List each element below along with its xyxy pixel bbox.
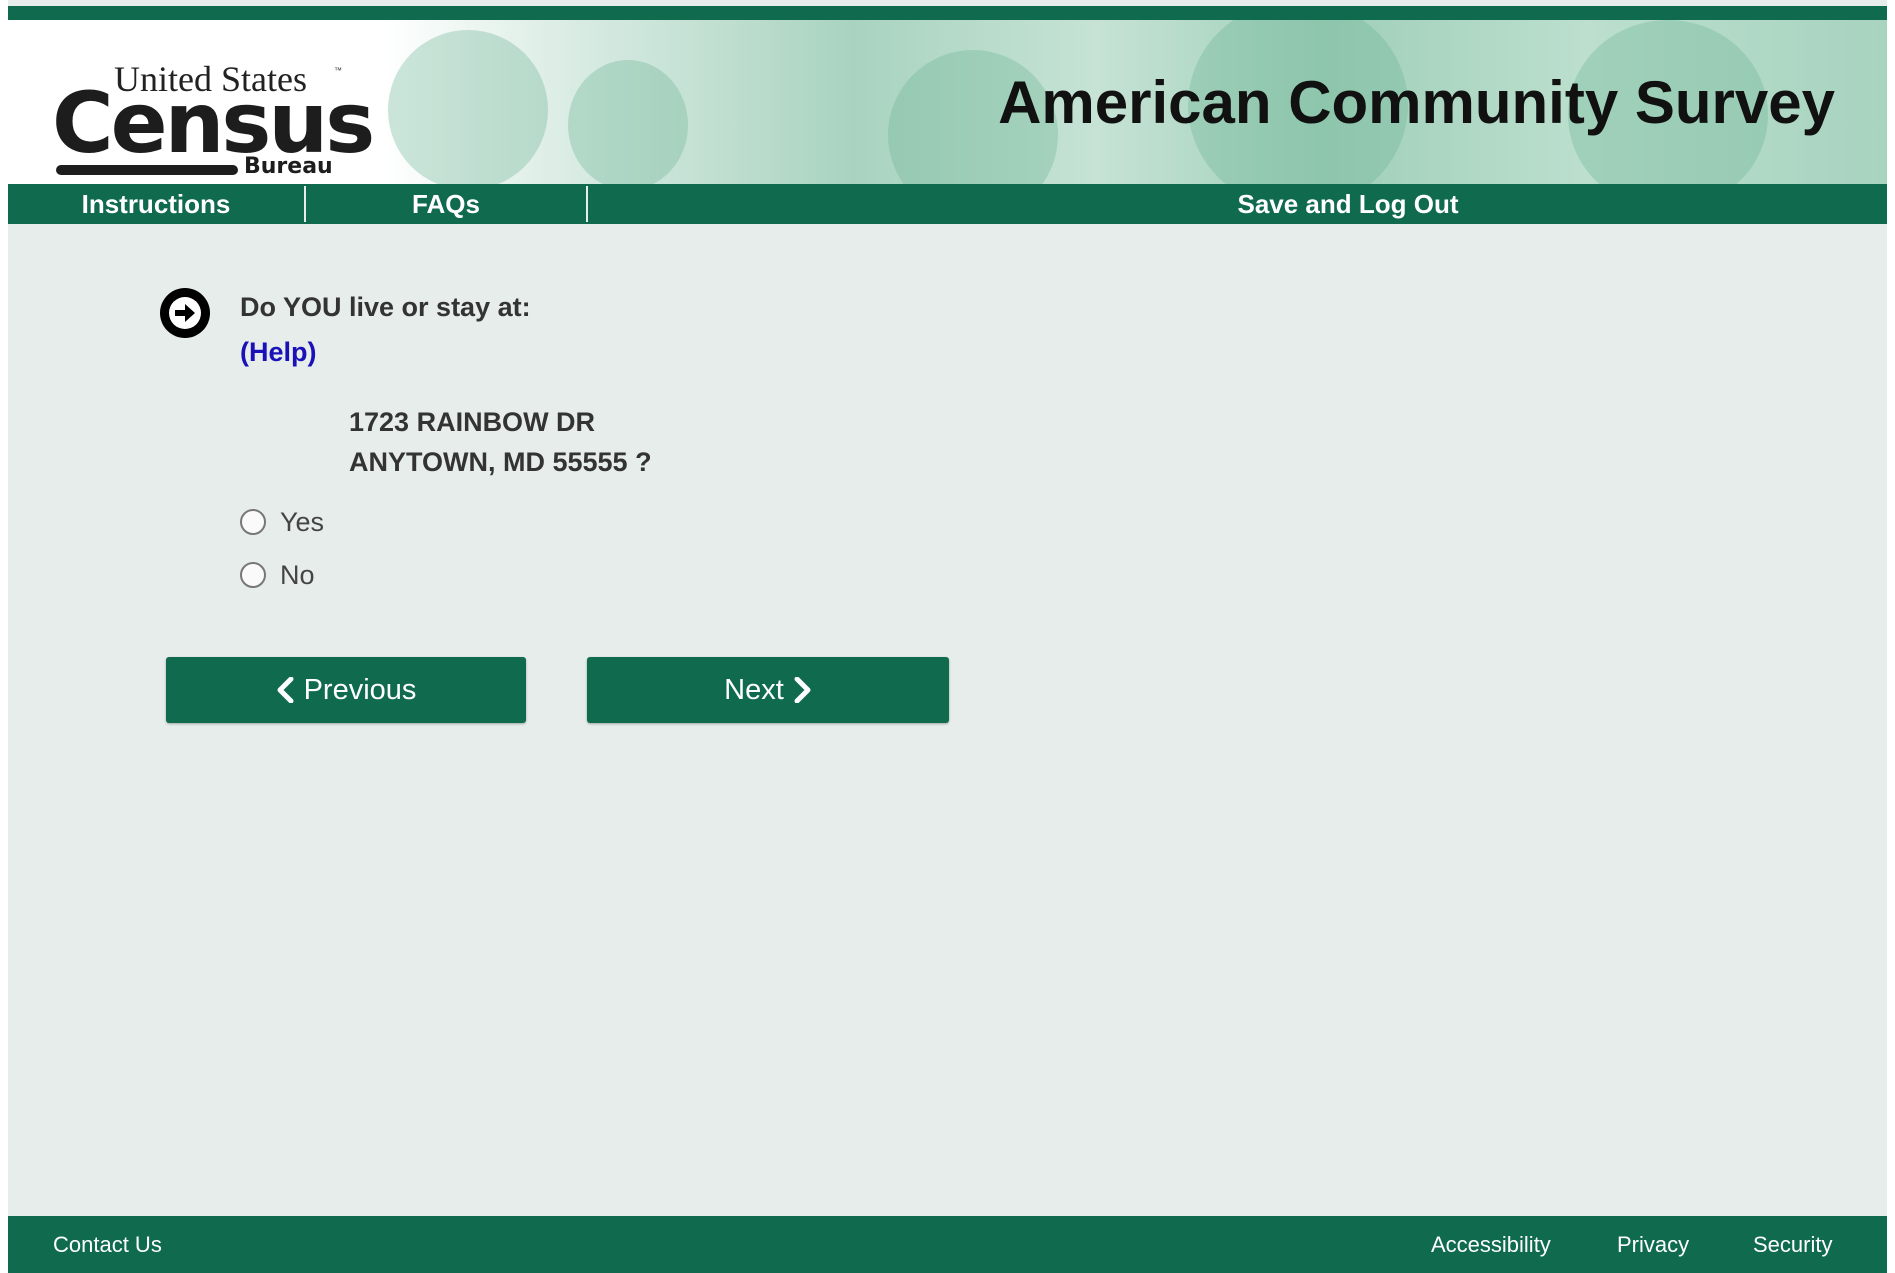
footer-privacy[interactable]: Privacy bbox=[1617, 1216, 1689, 1273]
page-frame: United States ™ Census Bureau American C… bbox=[8, 0, 1887, 1273]
footer: Contact Us Accessibility Privacy Securit… bbox=[8, 1216, 1887, 1273]
chevron-right-icon bbox=[794, 677, 812, 703]
nav-bar: Instructions FAQs Save and Log Out bbox=[8, 184, 1887, 224]
previous-label: Previous bbox=[303, 673, 417, 706]
census-bureau-logo: United States ™ Census Bureau bbox=[52, 40, 375, 184]
option-no-label: No bbox=[280, 559, 315, 590]
radio-no[interactable] bbox=[240, 562, 266, 588]
question-text: Do YOU live or stay at: bbox=[240, 292, 531, 322]
option-no[interactable]: No bbox=[240, 558, 315, 592]
option-yes[interactable]: Yes bbox=[240, 505, 324, 539]
top-strip bbox=[8, 6, 1887, 20]
banner-photo-decoration bbox=[388, 30, 548, 184]
next-button[interactable]: Next bbox=[587, 657, 949, 723]
arrow-right-circle-icon bbox=[160, 288, 210, 338]
next-label: Next bbox=[724, 673, 784, 706]
help-link[interactable]: (Help) bbox=[240, 337, 317, 368]
option-yes-label: Yes bbox=[280, 506, 325, 537]
logo-bar bbox=[56, 165, 238, 175]
previous-button[interactable]: Previous bbox=[166, 657, 526, 723]
footer-security[interactable]: Security bbox=[1753, 1216, 1832, 1273]
address-line-1: 1723 RAINBOW DR bbox=[349, 407, 596, 437]
footer-accessibility[interactable]: Accessibility bbox=[1431, 1216, 1551, 1273]
logo-bureau: Bureau bbox=[244, 154, 333, 179]
nav-divider bbox=[586, 186, 588, 222]
nav-instructions[interactable]: Instructions bbox=[8, 184, 304, 224]
nav-faqs[interactable]: FAQs bbox=[306, 184, 586, 224]
app-title: American Community Survey bbox=[998, 69, 1835, 136]
footer-contact-us[interactable]: Contact Us bbox=[53, 1216, 162, 1273]
banner-photo-decoration bbox=[568, 60, 688, 184]
nav-save-logout[interactable]: Save and Log Out bbox=[1138, 184, 1558, 224]
address-line-2: ANYTOWN, MD 55555 ? bbox=[349, 447, 652, 477]
chevron-left-icon bbox=[276, 677, 294, 703]
radio-yes[interactable] bbox=[240, 509, 266, 535]
header-banner: United States ™ Census Bureau American C… bbox=[8, 20, 1887, 184]
